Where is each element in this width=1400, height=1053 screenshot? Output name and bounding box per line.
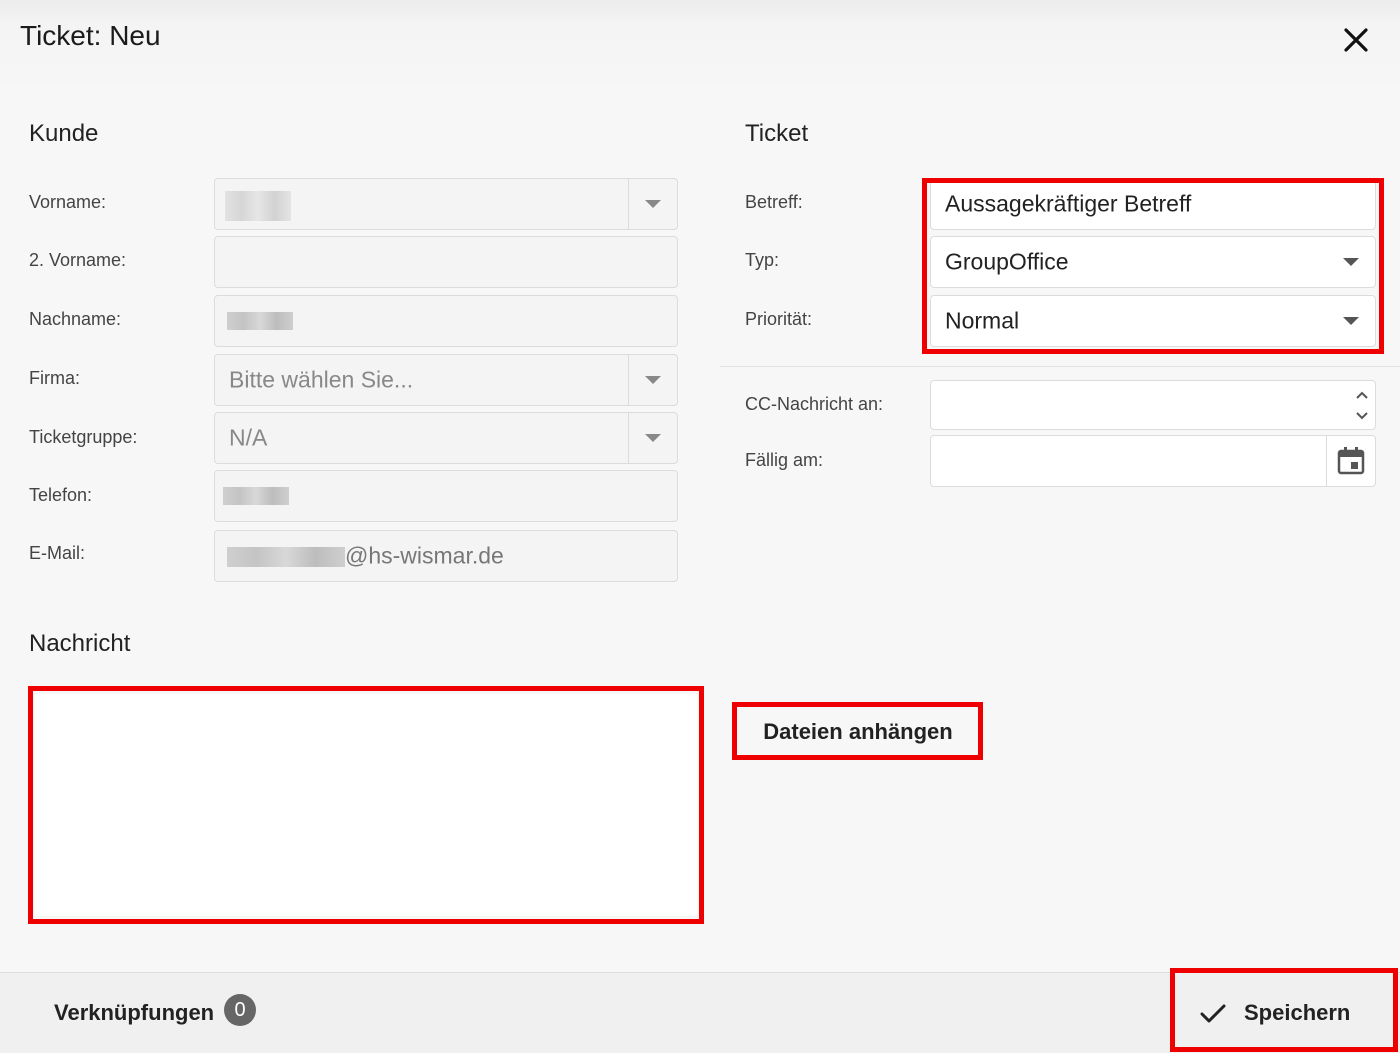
cc-input[interactable]	[930, 380, 1376, 430]
subject-label: Betreff:	[745, 192, 803, 212]
due-date-input[interactable]	[930, 435, 1376, 487]
dialog-title: Ticket: Neu	[20, 20, 161, 51]
ticketgroup-value: N/A	[229, 424, 268, 451]
middlename-label: 2. Vorname:	[29, 250, 127, 270]
cc-label: CC-Nachricht an:	[745, 394, 884, 414]
chevron-down-icon	[645, 376, 661, 384]
email-field[interactable]: @hs-wismar.de	[214, 530, 678, 582]
ticketgroup-select[interactable]: N/A	[214, 412, 678, 464]
email-domain: @hs-wismar.de	[345, 542, 504, 569]
highlight-attach	[732, 702, 983, 760]
company-placeholder: Bitte wählen Sie...	[229, 366, 414, 393]
calendar-icon[interactable]	[1335, 445, 1367, 477]
email-label: E-Mail:	[29, 543, 86, 563]
close-icon[interactable]	[1336, 20, 1376, 60]
firstname-select[interactable]	[214, 178, 678, 230]
priority-label: Priorität:	[745, 309, 813, 329]
customer-heading: Kunde	[29, 120, 99, 147]
phone-field[interactable]	[214, 470, 678, 522]
chevron-down-icon	[645, 200, 661, 208]
highlight-message	[28, 686, 704, 924]
company-label: Firma:	[29, 368, 80, 388]
redacted-value	[225, 191, 291, 221]
links-count-badge: 0	[224, 994, 256, 1026]
highlight-ticket-fields	[922, 178, 1384, 354]
type-label: Typ:	[745, 250, 780, 270]
lastname-label: Nachname:	[29, 309, 122, 329]
phone-label: Telefon:	[29, 485, 93, 505]
firstname-label: Vorname:	[29, 192, 107, 212]
redacted-value	[227, 312, 293, 330]
company-select[interactable]: Bitte wählen Sie...	[214, 354, 678, 406]
lastname-field[interactable]	[214, 295, 678, 347]
ticketgroup-label: Ticketgruppe:	[29, 427, 138, 447]
spinner-icon[interactable]	[1351, 383, 1373, 427]
divider	[720, 366, 1400, 367]
middlename-field[interactable]	[214, 236, 678, 288]
ticket-heading: Ticket	[745, 120, 809, 147]
dialog-titlebar: Ticket: Neu	[0, 0, 1400, 82]
redacted-value	[223, 487, 289, 505]
message-heading: Nachricht	[29, 630, 131, 657]
redacted-value	[227, 547, 345, 567]
due-label: Fällig am:	[745, 450, 824, 470]
highlight-save	[1170, 968, 1398, 1052]
links-button[interactable]: Verknüpfungen	[54, 1000, 214, 1026]
chevron-down-icon	[645, 434, 661, 442]
